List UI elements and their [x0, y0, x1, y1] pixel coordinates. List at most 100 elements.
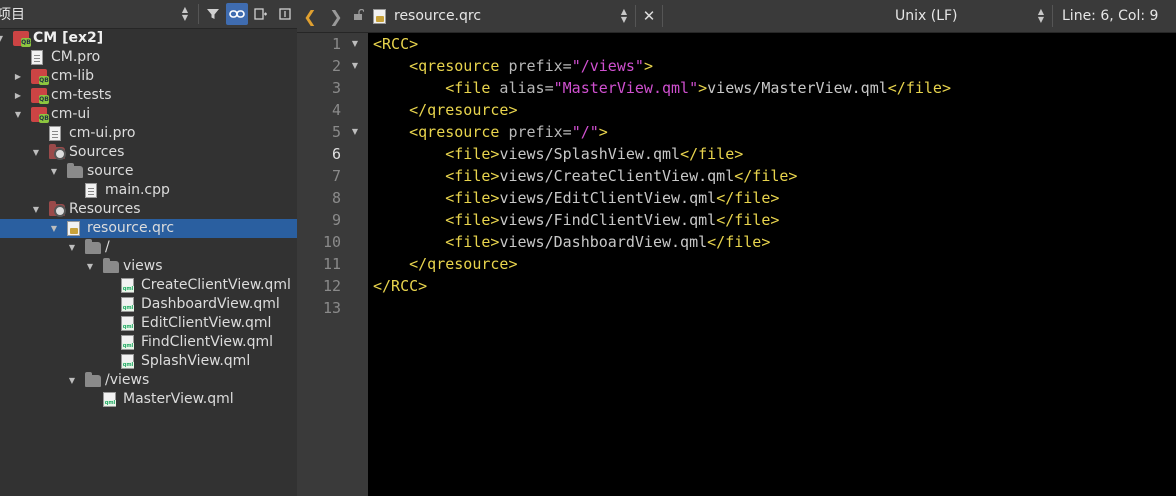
code-line[interactable]: <file>views/CreateClientView.qml</file>	[373, 165, 797, 187]
toolbar-separator	[635, 5, 636, 27]
line-ending-selector[interactable]: Unix (LF)	[895, 8, 1035, 24]
expand-down-arrow-icon[interactable]: ▼	[13, 105, 23, 124]
line-number: 8	[331, 189, 341, 207]
code-token: "/views"	[571, 57, 644, 75]
code-token: prefix=	[499, 57, 572, 75]
tree-item[interactable]: ▼ /views	[0, 371, 297, 390]
tree-item-label: /views	[105, 372, 150, 388]
tree-item[interactable]: CM.pro	[0, 48, 297, 67]
collapse-right-arrow-icon[interactable]: ▶	[13, 67, 23, 86]
cursor-position[interactable]: Line: 6, Col: 9	[1058, 8, 1176, 24]
line-number: 12	[322, 277, 341, 295]
expand-down-arrow-icon[interactable]: ▼	[0, 29, 5, 48]
tree-item[interactable]: ▼ Sources	[0, 143, 297, 162]
tree-item[interactable]: ▼ views	[0, 257, 297, 276]
tree-item[interactable]: ▼ /	[0, 238, 297, 257]
tree-item[interactable]: SplashView.qml	[0, 352, 297, 371]
expand-down-arrow-icon[interactable]: ▼	[31, 143, 41, 162]
code-editor[interactable]: <RCC> <qresource prefix="/views"> <file …	[368, 33, 1176, 496]
collapse-right-arrow-icon[interactable]: ▶	[13, 86, 23, 105]
project-panel-title[interactable]: 项目	[0, 4, 178, 24]
tree-item[interactable]: FindClientView.qml	[0, 333, 297, 352]
expand-down-arrow-icon[interactable]: ▼	[85, 257, 95, 276]
qml-file-icon	[121, 316, 134, 331]
project-icon	[31, 88, 49, 104]
code-line[interactable]: <file>views/SplashView.qml</file>	[373, 143, 743, 165]
code-token: <file>	[445, 189, 500, 207]
line-number-gutter[interactable]: 1 ▼ 2 ▼ 3 4 5 ▼ 6 7 8 9 10 11 12 13	[297, 33, 368, 496]
code-token: views/SplashView.qml	[499, 145, 681, 163]
close-sidebar-icon[interactable]	[274, 3, 296, 25]
view-selector-arrows-icon[interactable]: ▲ ▼	[178, 4, 192, 24]
folder-icon	[67, 163, 83, 178]
tree-item-label: Resources	[69, 201, 141, 217]
code-line[interactable]: <qresource prefix="/views">	[373, 55, 653, 77]
tree-item[interactable]: cm-ui.pro	[0, 124, 297, 143]
open-documents-dropdown[interactable]: resource.qrc ▲ ▼	[367, 0, 630, 33]
project-icon	[13, 31, 31, 47]
tree-item[interactable]: CreateClientView.qml	[0, 276, 297, 295]
close-document-icon[interactable]: ✕	[641, 7, 657, 25]
unlock-icon[interactable]	[349, 8, 367, 24]
code-line[interactable]: </RCC>	[373, 275, 427, 297]
filter-icon[interactable]	[202, 3, 224, 25]
fold-marker-icon[interactable]: ▼	[350, 121, 360, 143]
qml-file-icon	[121, 278, 134, 293]
code-token: <file>	[445, 211, 500, 229]
code-token: </file>	[707, 233, 771, 251]
tree-item[interactable]: ▼ resource.qrc	[0, 219, 297, 238]
split-view-icon[interactable]	[250, 3, 272, 25]
link-with-editor-icon[interactable]	[226, 3, 248, 25]
expand-down-arrow-icon[interactable]: ▼	[49, 162, 59, 181]
cpp-file-icon	[85, 183, 97, 198]
back-arrow-icon[interactable]: ❮	[297, 0, 323, 33]
pro-file-icon	[49, 126, 61, 141]
tree-item[interactable]: ▼ source	[0, 162, 297, 181]
project-tree: ▼ CM [ex2] CM.pro ▶ cm-lib ▶ cm-tests ▼ cm-ui cm-…	[0, 29, 297, 409]
tree-item-label: main.cpp	[105, 182, 170, 198]
tree-item[interactable]: DashboardView.qml	[0, 295, 297, 314]
tree-item-label: MasterView.qml	[123, 391, 234, 407]
fold-marker-icon[interactable]: ▼	[350, 55, 360, 77]
tree-item[interactable]: ▼ CM [ex2]	[0, 29, 297, 48]
document-selector-arrows-icon: ▲ ▼	[620, 7, 628, 24]
line-number: 13	[322, 299, 341, 317]
code-line[interactable]: </qresource>	[373, 99, 517, 121]
tree-item[interactable]: EditClientView.qml	[0, 314, 297, 333]
qml-file-icon	[103, 392, 116, 407]
tree-item[interactable]: ▶ cm-tests	[0, 86, 297, 105]
code-token: </file>	[716, 189, 780, 207]
project-panel: 项目 ▲▼ ▼ CM [ex2] CM.pro ▶ cm-lib ▶ cm-tests ▼ cm…	[0, 0, 297, 496]
code-line[interactable]: <RCC>	[373, 33, 418, 55]
line-ending-arrows-icon[interactable]: ▲ ▼	[1035, 8, 1047, 24]
tree-item[interactable]: main.cpp	[0, 181, 297, 200]
code-token: >	[643, 57, 653, 75]
tree-item-label: CM.pro	[51, 49, 101, 65]
code-line[interactable]: </qresource>	[373, 253, 517, 275]
line-number: 11	[322, 255, 341, 273]
code-line[interactable]: <file alias="MasterView.qml">views/Maste…	[373, 77, 951, 99]
project-panel-toolbar: 项目 ▲ ▼	[0, 0, 297, 29]
expand-down-arrow-icon[interactable]: ▼	[31, 200, 41, 219]
forward-arrow-icon[interactable]: ❯	[323, 0, 349, 33]
expand-down-arrow-icon[interactable]: ▼	[67, 238, 77, 257]
code-token: "/"	[571, 123, 599, 141]
fold-marker-icon[interactable]: ▼	[350, 33, 360, 55]
current-file-name: resource.qrc	[394, 8, 482, 24]
code-token: <file>	[445, 145, 500, 163]
tree-item[interactable]: MasterView.qml	[0, 390, 297, 409]
expand-down-arrow-icon[interactable]: ▼	[49, 219, 59, 238]
tree-item[interactable]: ▼ cm-ui	[0, 105, 297, 124]
code-line[interactable]: <file>views/FindClientView.qml</file>	[373, 209, 779, 231]
tree-item[interactable]: ▶ cm-lib	[0, 67, 297, 86]
expand-down-arrow-icon[interactable]: ▼	[67, 371, 77, 390]
code-line[interactable]: <file>views/DashboardView.qml</file>	[373, 231, 770, 253]
tree-item[interactable]: ▼ Resources	[0, 200, 297, 219]
code-line[interactable]: <qresource prefix="/">	[373, 121, 608, 143]
code-line[interactable]: <file>views/EditClientView.qml</file>	[373, 187, 779, 209]
line-number: 5	[331, 123, 341, 141]
